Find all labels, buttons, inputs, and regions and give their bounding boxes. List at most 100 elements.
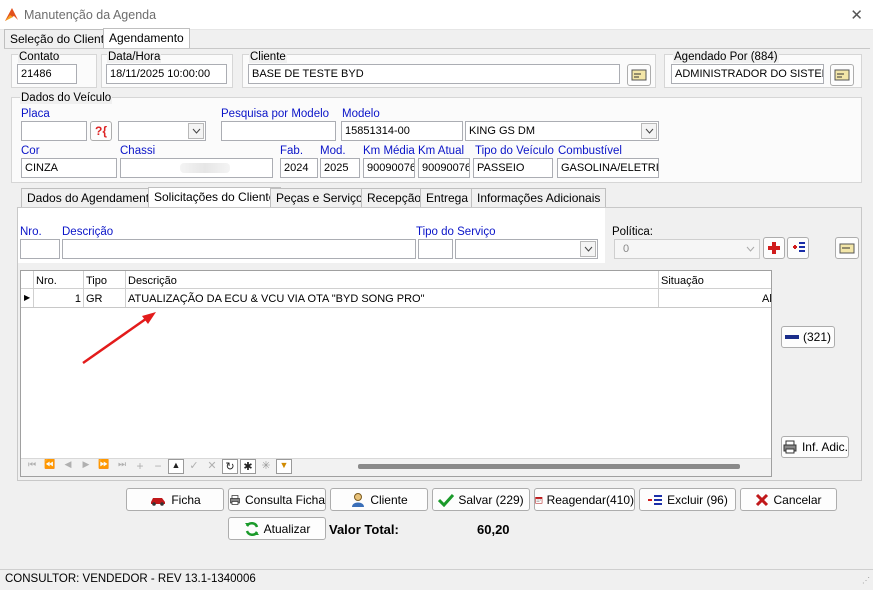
atualizar-label: Atualizar <box>263 521 311 536</box>
filter-icon[interactable]: ▼ <box>276 459 292 474</box>
consulta-ficha-button[interactable]: Consulta Ficha <box>228 488 326 511</box>
row-tipo: GR <box>86 293 103 305</box>
contato-label: Contato <box>18 51 61 63</box>
descricao-label: Descrição <box>62 226 114 238</box>
grid-header-nro[interactable]: Nro. <box>36 275 57 287</box>
inf-adic-button[interactable]: Inf. Adic. <box>781 436 849 458</box>
excluir-button[interactable]: Excluir (96) <box>639 488 736 511</box>
last-icon[interactable]: ⏭ <box>114 459 130 474</box>
next-icon[interactable]: ▶ <box>78 459 94 474</box>
tab-selecao-cliente[interactable]: Seleção do Cliente <box>4 29 117 49</box>
modelo-select[interactable]: KING GS DM <box>465 121 659 141</box>
x-icon <box>756 493 769 506</box>
refresh-icon[interactable]: ↻ <box>222 459 238 474</box>
salvar-label: Salvar (229) <box>458 492 524 507</box>
cor-field[interactable]: CINZA <box>21 158 117 178</box>
chevron-down-icon <box>580 241 596 257</box>
tab-entrega[interactable]: Entrega <box>420 188 475 208</box>
fab-label: Fab. <box>280 145 304 157</box>
kmatual-label: Km Atual <box>418 145 465 157</box>
app-logo-icon <box>5 8 18 21</box>
goto-bookmark-icon[interactable]: ✳ <box>258 459 274 474</box>
tipo-veiculo-field[interactable]: PASSEIO <box>473 158 553 178</box>
grid-header-situacao[interactable]: Situação <box>661 275 704 287</box>
modelo-code-field[interactable]: 15851314-00 <box>341 121 463 141</box>
consulta-ficha-label: Consulta Ficha <box>244 492 325 507</box>
cliente-button-label: Cliente <box>370 492 408 507</box>
reagendar-button[interactable]: Reagendar(410) <box>534 488 635 511</box>
chevron-down-icon <box>188 123 204 139</box>
salvar-button[interactable]: Salvar (229) <box>432 488 530 511</box>
add-list-button[interactable] <box>787 237 809 259</box>
close-icon[interactable]: ✕ <box>850 6 863 24</box>
post-icon[interactable]: ✓ <box>186 459 202 474</box>
placa-help-button[interactable]: ?{ <box>90 121 112 141</box>
cancel-icon[interactable]: ✕ <box>204 459 220 474</box>
placa-select[interactable] <box>118 121 206 141</box>
tipo-servico-code[interactable] <box>418 239 453 259</box>
politica-lookup-button[interactable] <box>835 237 859 259</box>
tab-divider <box>4 48 870 49</box>
cliente-lookup-button[interactable] <box>627 64 651 86</box>
add-politica-button[interactable] <box>763 237 785 259</box>
pesquisa-field[interactable] <box>221 121 336 141</box>
insert-icon[interactable]: + <box>132 459 148 474</box>
placa-field[interactable] <box>21 121 87 141</box>
nro-label: Nro. <box>20 226 42 238</box>
nro-field[interactable] <box>20 239 60 259</box>
kmatual-field[interactable]: 90090076 <box>418 158 470 178</box>
cliente-button[interactable]: Cliente <box>330 488 428 511</box>
fab-field[interactable]: 2024 <box>280 158 318 178</box>
prior-page-icon[interactable]: ⏪ <box>42 459 58 474</box>
grid-header-descricao[interactable]: Descrição <box>128 275 177 287</box>
minus-icon <box>784 335 799 339</box>
inf-adic-label: Inf. Adic. <box>801 440 848 454</box>
descricao-field[interactable] <box>62 239 416 259</box>
tab-pecas-servicos[interactable]: Peças e Serviços <box>270 188 375 208</box>
tab-recepcao[interactable]: Recepção <box>361 188 428 208</box>
kmmedia-label: Km Média <box>363 145 415 157</box>
kmmedia-field[interactable]: 90090076 <box>363 158 415 178</box>
politica-select[interactable]: 0 <box>614 239 760 259</box>
tipo-servico-select[interactable] <box>455 239 598 259</box>
atualizar-button[interactable]: Atualizar <box>228 517 326 540</box>
cor-label: Cor <box>21 145 40 157</box>
combustivel-field[interactable]: GASOLINA/ELETRIC <box>557 158 659 178</box>
next-page-icon[interactable]: ⏩ <box>96 459 112 474</box>
cliente-field[interactable]: BASE DE TESTE BYD <box>248 64 620 84</box>
excluir-label: Excluir (96) <box>667 492 728 507</box>
prior-icon[interactable]: ◀ <box>60 459 76 474</box>
datahora-field[interactable]: 18/11/2025 10:00:00 <box>106 64 227 84</box>
calendar-icon <box>535 496 543 504</box>
bookmark-icon[interactable]: ✱ <box>240 459 256 474</box>
first-icon[interactable]: ⏮ <box>24 459 40 474</box>
placa-label: Placa <box>21 108 50 120</box>
horizontal-scrollbar[interactable] <box>358 464 740 469</box>
agendado-field[interactable]: ADMINISTRADOR DO SISTEMA <box>671 64 824 84</box>
grid-header-tipo[interactable]: Tipo <box>86 275 107 287</box>
tipo-servico-label: Tipo do Serviço <box>416 226 496 238</box>
mod-field[interactable]: 2025 <box>320 158 360 178</box>
status-text: CONSULTOR: VENDEDOR - REV 13.1-1340006 <box>5 573 256 585</box>
question-icon: ?{ <box>95 124 107 138</box>
tab-informacoes-adicionais[interactable]: Informações Adicionais <box>471 188 607 208</box>
datahora-label: Data/Hora <box>107 51 162 63</box>
refresh-icon <box>244 521 259 536</box>
edit-icon[interactable]: ▲ <box>168 459 184 474</box>
delete-icon[interactable]: − <box>150 459 166 474</box>
chassi-label: Chassi <box>120 145 156 157</box>
agendado-lookup-button[interactable] <box>830 64 854 86</box>
navigator-buttons: ⏮ ⏪ ◀ ▶ ⏩ ⏭ + − ▲ ✓ ✕ ↻ ✱ ✳ ▼ <box>24 459 292 474</box>
row-situacao: Al <box>762 293 772 305</box>
tab-agendamento[interactable]: Agendamento <box>103 28 190 49</box>
count-button[interactable]: (321) <box>781 326 835 348</box>
chevron-down-icon <box>641 123 657 139</box>
tab-dados-agendamento[interactable]: Dados do Agendamento <box>21 188 162 208</box>
politica-value: 0 <box>623 243 630 255</box>
reagendar-label: Reagendar(410) <box>546 492 634 507</box>
cancelar-button[interactable]: Cancelar <box>740 488 837 511</box>
hand-pointer-icon <box>834 69 850 81</box>
tab-solicitacoes-cliente[interactable]: Solicitações do Cliente <box>148 187 282 208</box>
ficha-button[interactable]: Ficha <box>126 488 224 511</box>
contato-field[interactable]: 21486 <box>17 64 77 84</box>
